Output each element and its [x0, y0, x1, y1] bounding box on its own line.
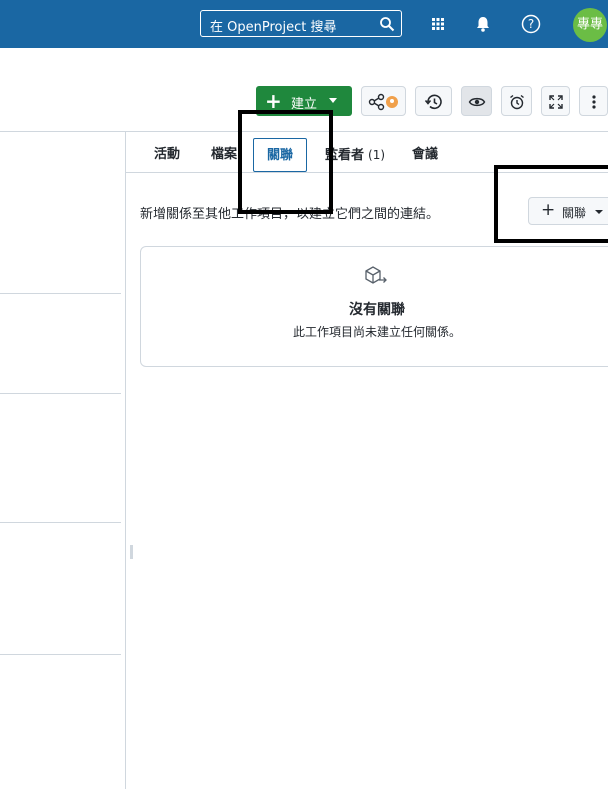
share-icon — [368, 93, 398, 111]
search-input[interactable]: 在 OpenProject 搜尋 — [200, 10, 402, 37]
search-icon[interactable] — [379, 16, 395, 32]
highlight-frame — [238, 110, 333, 214]
tab-meetings[interactable]: 會議 — [412, 138, 438, 172]
plus-icon: + — [265, 89, 282, 113]
svg-text:?: ? — [528, 17, 534, 31]
share-button[interactable] — [361, 86, 406, 116]
kebab-menu-icon — [592, 95, 596, 109]
left-pane-divider — [0, 522, 121, 523]
bell-icon[interactable] — [472, 13, 494, 35]
left-pane-divider — [0, 654, 121, 655]
watchers-count: (1) — [368, 148, 386, 162]
modules-grid-icon[interactable] — [427, 13, 449, 35]
left-pane-divider — [0, 393, 121, 394]
resize-handle[interactable] — [130, 545, 133, 559]
tab-files[interactable]: 檔案 — [211, 138, 237, 172]
package-arrow-icon — [365, 266, 387, 284]
eye-icon — [468, 97, 486, 107]
reminder-button[interactable] — [501, 86, 532, 116]
history-icon — [424, 94, 442, 110]
watch-button[interactable] — [461, 86, 492, 116]
tab-watchers[interactable]: 監看者 (1) — [325, 138, 385, 172]
fullscreen-button[interactable] — [541, 86, 570, 116]
split-pane-divider — [125, 131, 126, 789]
left-pane-divider — [0, 293, 121, 294]
search-placeholder: 在 OpenProject 搜尋 — [210, 20, 337, 35]
avatar[interactable]: 專專 — [573, 8, 607, 42]
empty-state-text: 此工作項目尚未建立任何關係。 — [292, 325, 461, 339]
fullscreen-icon — [549, 95, 563, 109]
top-header: 在 OpenProject 搜尋 ? 專專 — [0, 0, 608, 48]
highlight-frame — [494, 165, 608, 243]
alarm-clock-icon — [510, 94, 524, 110]
empty-state-title: 沒有關聯 — [349, 302, 405, 318]
more-button[interactable] — [579, 86, 608, 116]
chevron-down-icon — [329, 98, 337, 103]
tab-activity[interactable]: 活動 — [154, 138, 180, 172]
history-button[interactable] — [415, 86, 452, 116]
help-icon[interactable]: ? — [520, 13, 542, 35]
